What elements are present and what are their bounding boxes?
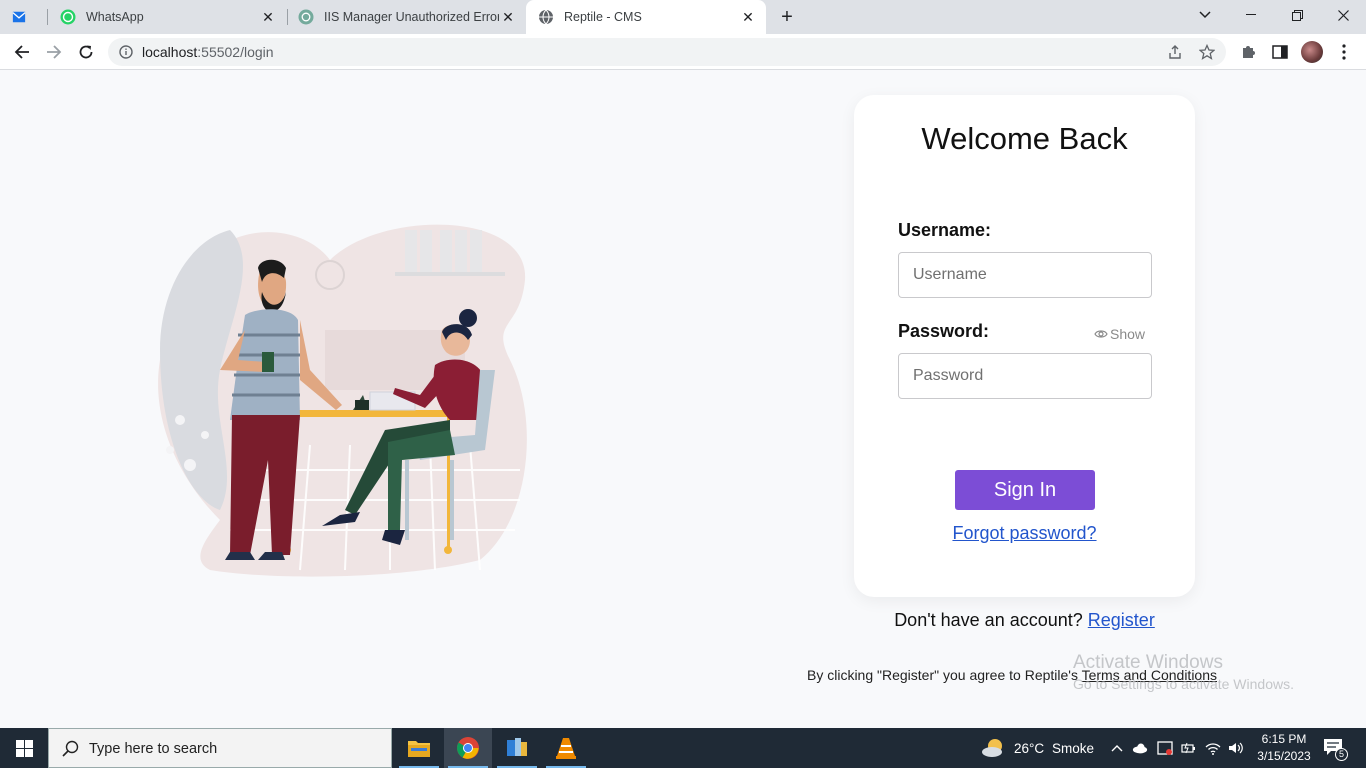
vlc-button[interactable]	[542, 728, 590, 768]
cloud-icon[interactable]	[1132, 740, 1148, 756]
extensions-icon[interactable]	[1236, 40, 1260, 64]
browser-menu-button[interactable]	[1332, 40, 1356, 64]
battery-icon[interactable]	[1181, 740, 1197, 756]
close-tab-icon[interactable]: ✕	[500, 9, 516, 25]
tab-title: IIS Manager Unauthorized Error.	[324, 10, 499, 24]
close-window-button[interactable]	[1320, 0, 1366, 30]
show-password-toggle[interactable]: Show	[1094, 326, 1145, 342]
watermark-subtitle: Go to Settings to activate Windows.	[1073, 676, 1294, 692]
folder-icon	[408, 741, 430, 757]
tab-mail[interactable]	[10, 0, 46, 34]
reload-icon	[79, 45, 93, 59]
minimize-button[interactable]	[1228, 0, 1274, 30]
info-icon[interactable]	[117, 43, 135, 61]
chevron-up-icon[interactable]	[1109, 740, 1125, 756]
star-icon[interactable]	[1198, 43, 1216, 61]
side-panel-icon[interactable]	[1268, 40, 1292, 64]
page-title: Welcome Back	[921, 121, 1128, 156]
notification-count-badge: 5	[1335, 748, 1348, 761]
app-button[interactable]	[493, 728, 541, 768]
login-card: Welcome Back Username: Password: Show Si…	[854, 95, 1195, 597]
username-input[interactable]	[898, 252, 1152, 298]
clock-time: 6:15 PM	[1261, 732, 1307, 746]
show-label: Show	[1110, 326, 1146, 342]
tab-title: Reptile - CMS	[564, 10, 642, 24]
avatar	[1301, 41, 1323, 63]
file-explorer-button[interactable]	[395, 728, 443, 768]
activate-windows-watermark: Activate Windows Go to Settings to activ…	[1073, 652, 1294, 692]
vlc-icon	[556, 738, 576, 759]
share-icon[interactable]	[1166, 43, 1184, 61]
forward-button[interactable]	[42, 40, 66, 64]
arrow-left-icon	[14, 45, 29, 59]
globe-icon	[539, 9, 553, 25]
windows-taskbar: Type here to search 26°C Smoke 6:15 PM 3…	[0, 728, 1366, 768]
address-bar[interactable]: localhost:55502/login	[108, 38, 1226, 66]
clock-date: 3/15/2023	[1257, 749, 1311, 763]
tab-whatsapp[interactable]: WhatsApp ✕	[48, 0, 286, 34]
mail-icon	[12, 11, 26, 23]
register-prompt: Don't have an account? Register	[854, 610, 1195, 631]
system-clock[interactable]: 6:15 PM 3/15/2023	[1248, 731, 1320, 765]
reload-button[interactable]	[74, 40, 98, 64]
terms-prefix: By clicking "Register" you agree to Rept…	[807, 667, 1078, 683]
volume-icon[interactable]	[1228, 740, 1244, 756]
password-input[interactable]	[898, 353, 1152, 399]
password-label: Password:	[898, 321, 990, 341]
forgot-password-link[interactable]: Forgot password?	[854, 523, 1195, 544]
weather-temp[interactable]: 26°C	[1014, 741, 1044, 756]
url-path: :55502/login	[197, 44, 274, 60]
start-button[interactable]	[0, 728, 48, 768]
restore-icon	[1291, 9, 1303, 21]
new-tab-button[interactable]: +	[776, 6, 798, 28]
search-icon	[62, 740, 79, 757]
username-label: Username:	[898, 220, 992, 240]
tab-iis-manager[interactable]: IIS Manager Unauthorized Error. ✕	[288, 0, 526, 34]
tab-title: WhatsApp	[86, 10, 144, 24]
tab-reptile-cms[interactable]: Reptile - CMS ✕	[526, 0, 766, 34]
weather-icon	[982, 739, 1002, 757]
chrome-button[interactable]	[444, 728, 492, 768]
taskbar-search[interactable]: Type here to search	[48, 728, 392, 768]
tab-search-button[interactable]	[1182, 0, 1228, 30]
openai-icon	[298, 9, 314, 25]
restore-button[interactable]	[1274, 0, 1320, 30]
app-icon	[507, 738, 527, 756]
minimize-icon	[1246, 14, 1256, 15]
browser-tab-bar: WhatsApp ✕ IIS Manager Unauthorized Erro…	[0, 0, 1366, 34]
browser-toolbar: localhost:55502/login	[0, 34, 1366, 70]
url-host: localhost	[142, 44, 198, 60]
back-button[interactable]	[10, 40, 34, 64]
close-tab-icon[interactable]: ✕	[740, 9, 756, 25]
eye-icon	[1094, 330, 1108, 338]
sign-in-button[interactable]: Sign In	[955, 470, 1095, 510]
wifi-icon[interactable]	[1205, 740, 1221, 756]
office-illustration	[158, 224, 527, 577]
whatsapp-icon	[60, 9, 76, 25]
no-account-text: Don't have an account?	[894, 610, 1083, 630]
security-icon[interactable]	[1157, 740, 1173, 756]
close-icon	[1337, 9, 1349, 21]
watermark-title: Activate Windows	[1073, 652, 1223, 673]
search-placeholder: Type here to search	[89, 741, 218, 757]
more-vert-icon	[1342, 44, 1346, 60]
chrome-icon	[457, 737, 479, 759]
arrow-right-icon	[47, 45, 62, 59]
windows-logo-icon	[15, 739, 33, 757]
close-tab-icon[interactable]: ✕	[260, 9, 276, 25]
chevron-down-icon	[1199, 11, 1211, 19]
weather-desc[interactable]: Smoke	[1052, 741, 1094, 756]
url-text: localhost:55502/login	[142, 44, 274, 60]
register-link[interactable]: Register	[1088, 610, 1155, 630]
notification-center-button[interactable]: 5	[1323, 738, 1348, 761]
profile-avatar[interactable]	[1300, 40, 1324, 64]
